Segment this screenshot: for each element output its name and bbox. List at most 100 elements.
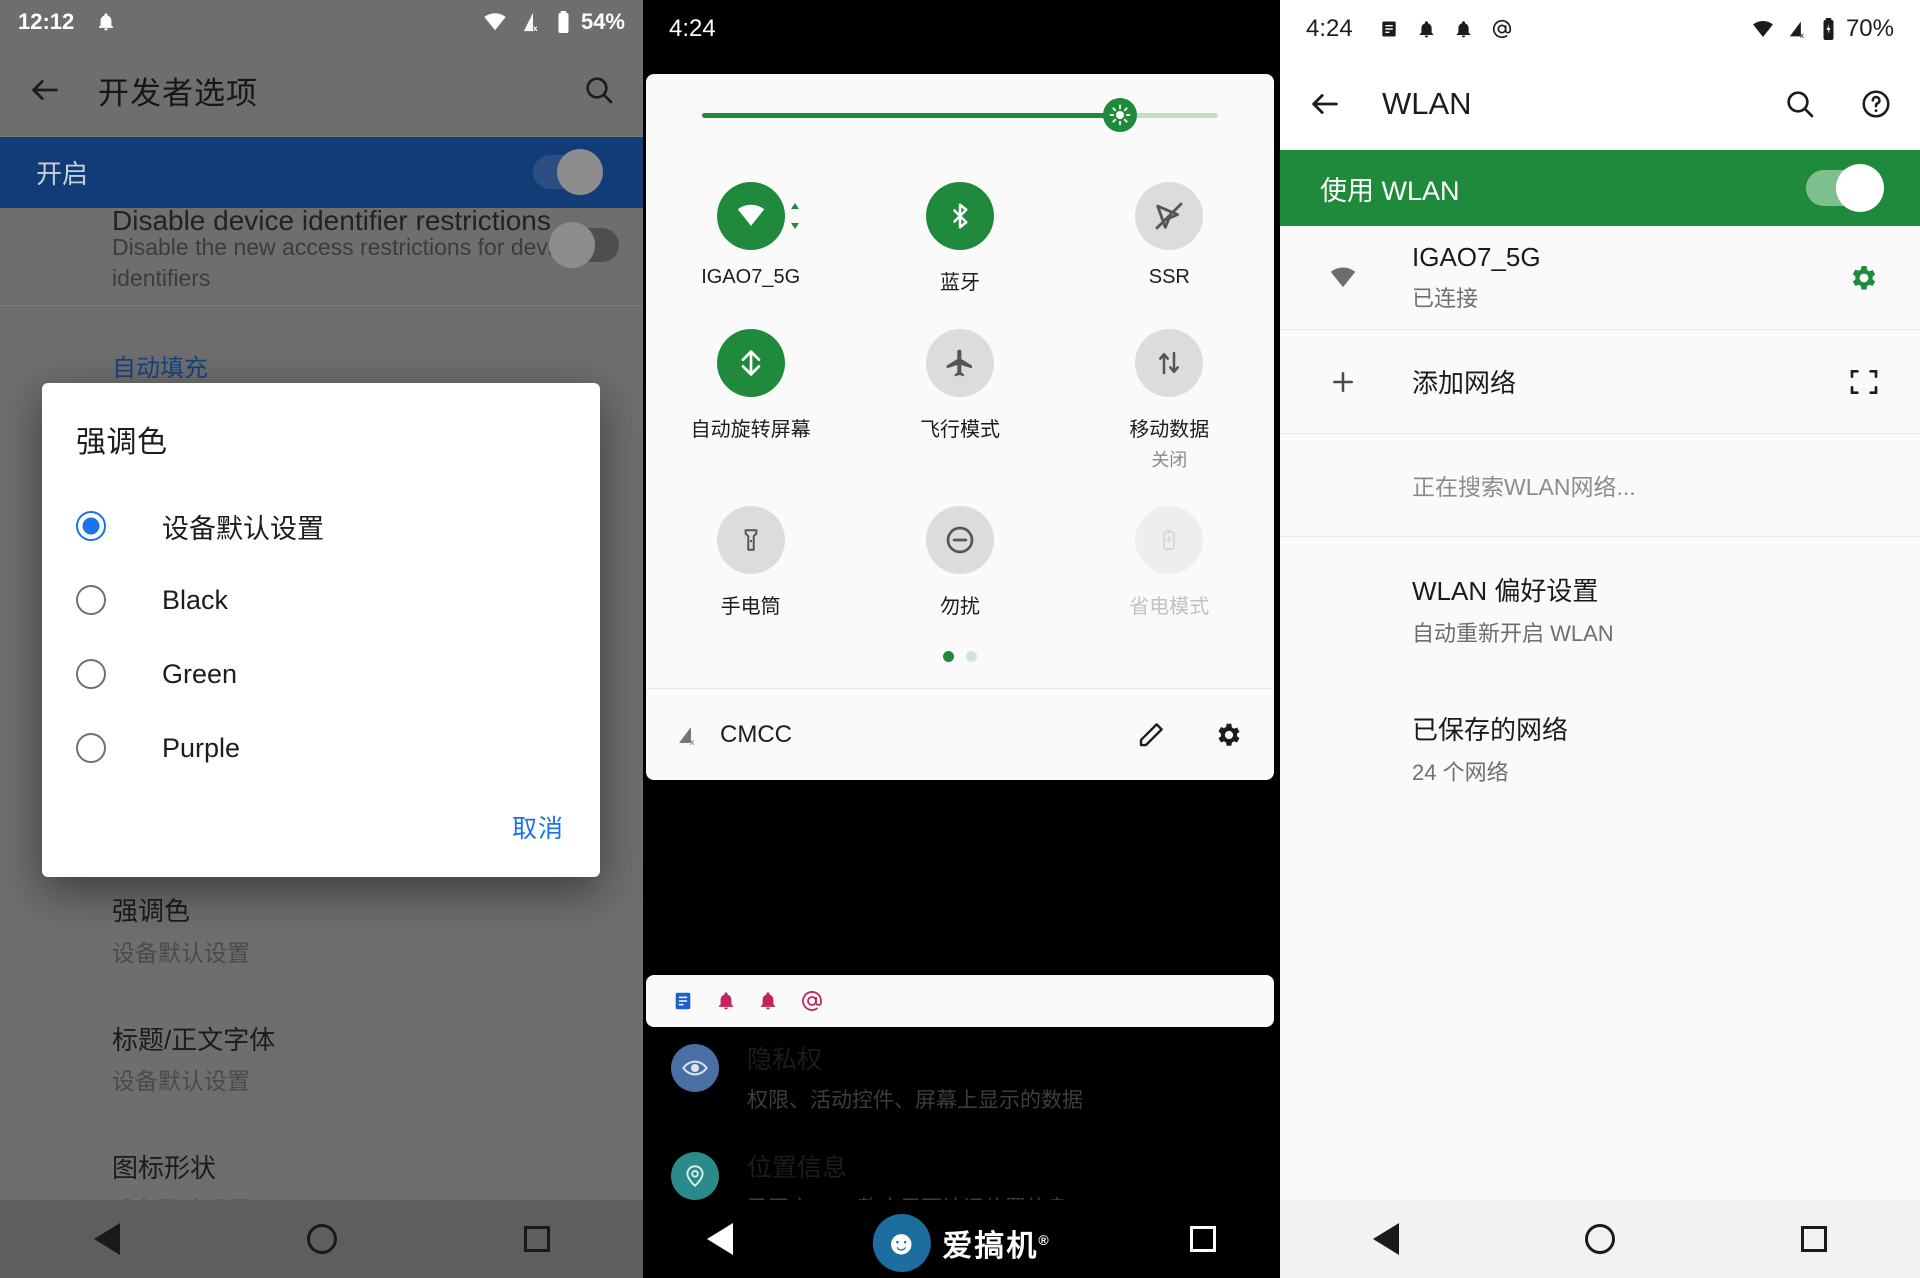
dialog-title: 强调色	[76, 426, 168, 459]
svg-text:x: x	[1800, 31, 1805, 40]
brightness-slider[interactable]	[646, 74, 1274, 156]
nav-recents-icon[interactable]	[1801, 1226, 1827, 1252]
list-item[interactable]: 标题/正文字体 设备默认设置	[112, 1024, 603, 1097]
bell-icon	[1454, 19, 1473, 40]
auto-rotate-icon[interactable]	[716, 329, 785, 397]
gear-icon[interactable]	[1214, 720, 1244, 750]
nav-recents-icon[interactable]	[1189, 1226, 1216, 1252]
panel-wlan-settings: 4:24 x 70% WLAN 使用 WLAN IGAO7_5G 已连接 添加网…	[1280, 0, 1920, 1278]
master-toggle[interactable]	[533, 149, 603, 195]
nav-back-icon[interactable]	[707, 1223, 734, 1255]
add-network-row[interactable]: 添加网络	[1280, 330, 1920, 434]
list-item[interactable]: 强调色 设备默认设置	[112, 895, 603, 968]
dialog-option-device-default[interactable]: 设备默认设置	[42, 489, 600, 563]
nav-recents-icon[interactable]	[523, 1226, 550, 1252]
tile-battery-saver[interactable]: 省电模式	[1065, 506, 1274, 619]
list-item-privacy[interactable]: 隐私权 权限、活动控件、屏幕上显示的数据	[671, 1040, 1258, 1114]
help-circle-icon[interactable]	[1860, 88, 1892, 120]
signal-off-icon: x	[1787, 18, 1811, 40]
chevron-expand-icon[interactable]	[789, 203, 801, 229]
battery-saver-icon	[1135, 506, 1204, 574]
dialog-option-list: 设备默认设置 Black Green Purple	[42, 471, 600, 795]
mobile-data-icon[interactable]	[1135, 329, 1204, 397]
battery-charging-icon	[1821, 17, 1836, 41]
radio-button[interactable]	[76, 659, 106, 689]
search-icon[interactable]	[1784, 88, 1816, 120]
nav-home-icon[interactable]	[306, 1224, 337, 1254]
dialog-option-purple[interactable]: Purple	[42, 711, 600, 785]
wifi-icon	[480, 11, 510, 33]
nav-back-icon[interactable]	[1373, 1223, 1399, 1255]
do-not-disturb-icon[interactable]	[925, 506, 994, 574]
app-bar: 开发者选项	[0, 44, 643, 136]
list-item-title: 图标形状	[112, 1153, 217, 1183]
app-bar: WLAN	[1280, 58, 1920, 150]
watermark-text: 爱搞机®	[942, 1230, 1051, 1263]
status-right-icons: x 54%	[480, 9, 625, 35]
dialog-actions: 取消	[42, 795, 600, 877]
status-battery-percent: 70%	[1845, 15, 1894, 42]
radio-button[interactable]	[76, 733, 106, 763]
section-header-autofill: 自动填充	[112, 355, 208, 382]
dialog-option-green[interactable]: Green	[42, 637, 600, 711]
status-notification-icons	[1379, 18, 1513, 40]
plus-icon	[1320, 367, 1366, 397]
tile-label: 省电模式	[1129, 596, 1210, 618]
list-item-subtitle: 设备默认设置	[112, 1068, 250, 1094]
mascot-icon: ☻	[872, 1214, 931, 1272]
page-dot-active[interactable]	[943, 651, 954, 662]
wifi-network-row[interactable]: IGAO7_5G 已连接	[1280, 226, 1920, 330]
vpn-off-icon[interactable]	[1135, 182, 1204, 250]
master-toggle-label: 开启	[36, 158, 89, 189]
tile-flashlight[interactable]: 手电筒	[646, 506, 855, 619]
gear-icon[interactable]	[1848, 262, 1880, 294]
radio-button[interactable]	[76, 585, 106, 615]
screenshot-stage: 12:12 x 54% 开发者选项 开启 Disable device iden…	[0, 0, 1920, 1278]
page-dot[interactable]	[966, 651, 977, 662]
nav-home-icon[interactable]	[1585, 1224, 1615, 1254]
brightness-track[interactable]	[702, 98, 1218, 132]
bell-icon	[96, 11, 116, 33]
wlan-master-toggle-row[interactable]: 使用 WLAN	[1280, 150, 1920, 226]
document-icon	[1379, 18, 1399, 40]
status-bar: 4:24 x 70%	[1280, 0, 1920, 58]
add-network-text: 添加网络	[1412, 363, 1848, 400]
nav-back-icon[interactable]	[93, 1223, 120, 1255]
dialog-option-label: Purple	[162, 732, 241, 763]
brightness-icon[interactable]	[1102, 98, 1137, 132]
flashlight-icon[interactable]	[716, 506, 785, 574]
tile-do-not-disturb[interactable]: 勿扰	[855, 506, 1064, 619]
back-arrow-icon[interactable]	[1308, 87, 1342, 121]
tile-mobile-data[interactable]: 移动数据 关闭	[1065, 329, 1274, 472]
notification-icon-strip[interactable]	[646, 975, 1274, 1027]
wifi-icon[interactable]	[716, 182, 799, 250]
back-arrow-icon[interactable]	[28, 73, 62, 107]
cancel-button[interactable]: 取消	[512, 809, 564, 845]
list-item-title: 强调色	[112, 896, 191, 926]
behind-row-subtitle: Disable the new access restrictions for …	[112, 234, 578, 292]
behind-row-toggle[interactable]	[549, 222, 619, 268]
search-icon[interactable]	[583, 74, 615, 106]
pencil-icon[interactable]	[1136, 720, 1166, 750]
airplane-icon[interactable]	[925, 329, 994, 397]
navigation-bar: ☻ 爱搞机®	[643, 1200, 1280, 1278]
dialog-option-black[interactable]: Black	[42, 563, 600, 637]
battery-icon	[556, 10, 571, 34]
radio-button[interactable]	[76, 511, 106, 541]
wlan-preferences-subtitle: 自动重新开启 WLAN	[1412, 621, 1614, 646]
tile-bluetooth[interactable]: 蓝牙	[855, 182, 1064, 295]
wlan-master-toggle[interactable]	[1806, 164, 1884, 212]
page-title: 开发者选项	[98, 75, 258, 111]
tile-auto-rotate[interactable]: 自动旋转屏幕	[646, 329, 855, 472]
tile-ssr[interactable]: SSR	[1065, 182, 1274, 295]
qr-scan-icon[interactable]	[1848, 366, 1880, 398]
list-item-title: 标题/正文字体	[112, 1024, 276, 1055]
at-icon	[1491, 18, 1513, 40]
wlan-preferences-row[interactable]: WLAN 偏好设置 自动重新开启 WLAN	[1280, 537, 1920, 678]
list-item-subtitle: 权限、活动控件、屏幕上显示的数据	[747, 1089, 1083, 1112]
saved-networks-row[interactable]: 已保存的网络 24 个网络	[1280, 678, 1920, 817]
tile-wifi[interactable]: IGAO7_5G	[646, 182, 855, 295]
bluetooth-icon[interactable]	[925, 182, 994, 250]
developer-options-master-row[interactable]: 开启	[0, 136, 643, 208]
tile-airplane-mode[interactable]: 飞行模式	[855, 329, 1064, 472]
